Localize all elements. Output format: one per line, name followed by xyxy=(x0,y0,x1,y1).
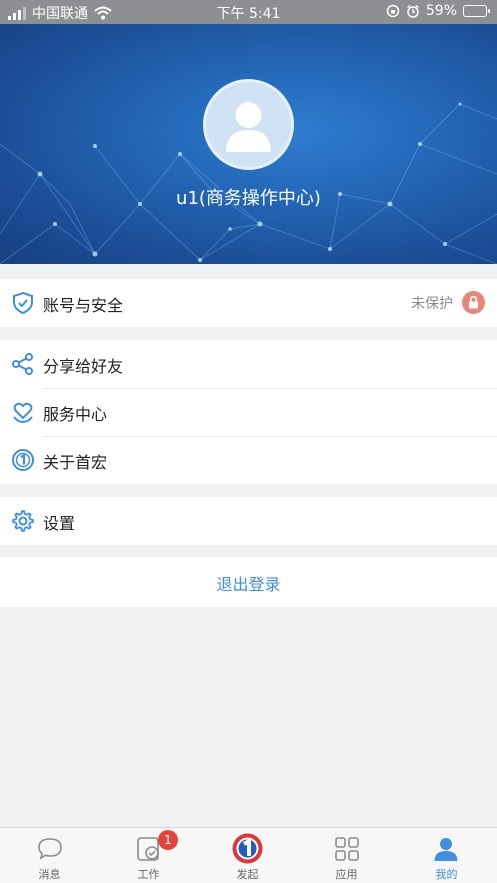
tab-work[interactable]: 1 工作 xyxy=(99,828,198,883)
logo-circle-icon xyxy=(12,449,34,471)
tab-mine[interactable]: 我的 xyxy=(396,828,497,883)
gear-icon xyxy=(12,510,34,532)
alarm-icon xyxy=(406,4,419,18)
settings-card: 设置 xyxy=(0,497,497,545)
menu-item-share[interactable]: 分享给好友 xyxy=(0,340,497,388)
tab-label: 应用 xyxy=(335,868,358,881)
avatar[interactable] xyxy=(203,79,294,170)
tab-label: 工作 xyxy=(137,868,160,881)
lock-icon xyxy=(462,291,485,314)
grid-icon xyxy=(335,837,359,861)
username: u1(商务操作中心) xyxy=(176,188,321,209)
battery-icon xyxy=(463,5,490,17)
menu-item-service[interactable]: 服务中心 xyxy=(0,388,497,436)
tab-label: 我的 xyxy=(435,868,458,881)
shield-icon xyxy=(13,291,33,315)
person-icon xyxy=(226,102,271,152)
menu-item-label: 服务中心 xyxy=(43,405,108,424)
tab-launch[interactable]: 发起 xyxy=(198,828,297,883)
menu-item-label: 账号与安全 xyxy=(43,296,124,315)
launch-logo-icon xyxy=(232,833,263,864)
logout-label: 退出登录 xyxy=(216,575,281,594)
menu-item-label: 关于首宏 xyxy=(43,453,108,472)
menu-item-label: 设置 xyxy=(43,514,76,533)
menu-item-settings[interactable]: 设置 xyxy=(0,497,497,545)
tab-label: 消息 xyxy=(38,868,61,881)
menu-item-label: 分享给好友 xyxy=(43,357,124,376)
rotation-lock-icon xyxy=(386,4,400,18)
share-icon xyxy=(12,353,33,375)
heart-hands-icon xyxy=(13,402,33,424)
logout-button[interactable]: 退出登录 xyxy=(0,557,497,607)
info-card: 分享给好友 服务中心 关于首宏 xyxy=(0,340,497,484)
chat-bubble-icon xyxy=(38,838,62,860)
status-right: 59% xyxy=(386,3,490,19)
security-card: 账号与安全 未保护 xyxy=(0,279,497,327)
person-icon xyxy=(434,838,458,861)
battery-percent: 59% xyxy=(425,3,457,19)
tab-label: 发起 xyxy=(236,868,259,881)
security-status: 未保护 xyxy=(411,296,453,312)
menu-item-account-security[interactable]: 账号与安全 未保护 xyxy=(0,279,497,327)
profile-banner: u1(商务操作中心) xyxy=(0,24,497,264)
tab-bar: 消息 1 工作 发起 应用 我的 xyxy=(0,827,497,883)
tab-apps[interactable]: 应用 xyxy=(297,828,396,883)
status-bar: 中国联通 下午 5:41 59% xyxy=(0,0,497,24)
notification-badge: 1 xyxy=(158,830,178,850)
tab-messages[interactable]: 消息 xyxy=(0,828,99,883)
menu-item-about[interactable]: 关于首宏 xyxy=(0,436,497,484)
